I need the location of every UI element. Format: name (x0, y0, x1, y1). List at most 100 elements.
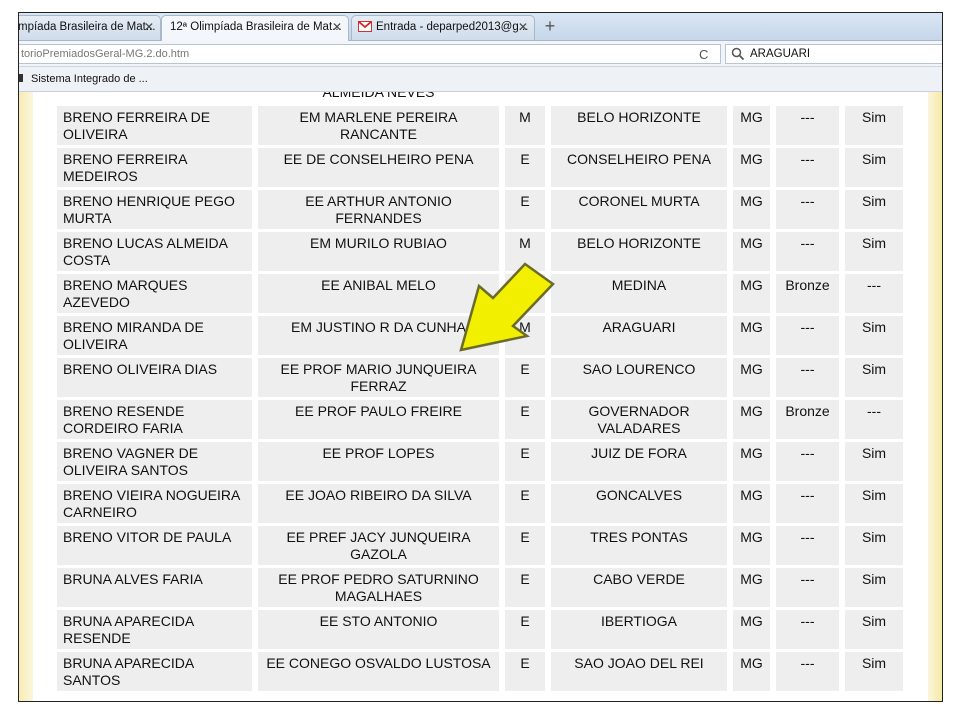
table-row: BRENO HENRIQUE PEGO MURTA EE ARTHUR ANTON… (57, 190, 903, 229)
cell-medal (776, 92, 839, 103)
tab-gmail[interactable]: Entrada - deparped2013@g... ✕ (351, 15, 535, 40)
tab-close-icon[interactable]: ✕ (518, 20, 528, 34)
cell-uf (733, 92, 770, 103)
table-row: BRENO FERREIRA DE OLIVEIRA EM MARLENE PER… (57, 106, 903, 145)
search-value: ARAGUARI (750, 48, 811, 60)
tab-olimpiada-1[interactable]: mpíada Brasileira de Mat... ✕ (18, 15, 161, 40)
cell-school: EE JOAO RIBEIRO DA SILVA (258, 484, 499, 523)
cell-medal: --- (776, 610, 839, 649)
cell-medal: --- (776, 316, 839, 355)
tab-strip: mpíada Brasileira de Mat... ✕ 12ª Olimpí… (19, 13, 942, 41)
cell-uf: MG (733, 274, 770, 313)
cell-school: EE PREF JACY JUNQUEIRA GAZOLA (258, 526, 499, 565)
cell-name: BRUNA APARECIDA SANTOS (57, 652, 252, 691)
cell-city: ARAGUARI (551, 316, 727, 355)
tab-close-icon[interactable]: ✕ (144, 20, 154, 34)
cell-city (551, 92, 727, 103)
cell-honor (845, 92, 903, 103)
cell-medal: --- (776, 232, 839, 271)
tab-label: 12ª Olimpíada Brasileira de Mat... (170, 21, 342, 33)
cell-uf: MG (733, 526, 770, 565)
cell-type: E (505, 190, 545, 229)
cell-medal: --- (776, 568, 839, 607)
cell-honor: Sim (845, 568, 903, 607)
cell-uf: MG (733, 316, 770, 355)
cell-school: EE CONEGO OSVALDO LUSTOSA (258, 652, 499, 691)
cell-uf: MG (733, 568, 770, 607)
page-background-right (928, 92, 942, 701)
table-row: BRENO VITOR DE PAULA EE PREF JACY JUNQUEI… (57, 526, 903, 565)
tab-olimpiada-2[interactable]: 12ª Olimpíada Brasileira de Mat... ✕ (161, 15, 349, 41)
tab-close-icon[interactable]: ✕ (332, 20, 342, 34)
search-input[interactable]: ARAGUARI (725, 44, 942, 64)
cell-name: BRENO FERREIRA MEDEIROS (57, 148, 252, 187)
cell-name: BRENO VAGNER DE OLIVEIRA SANTOS (57, 442, 252, 481)
page-background-left (19, 92, 33, 701)
cell-honor: Sim (845, 316, 903, 355)
cell-honor: Sim (845, 484, 903, 523)
cell-city: GONCALVES (551, 484, 727, 523)
cell-name: BRENO HENRIQUE PEGO MURTA (57, 190, 252, 229)
search-icon (731, 47, 745, 61)
bookmarks-bar: Sistema Integrado de ... (19, 67, 942, 92)
cell-honor: Sim (845, 610, 903, 649)
cell-school: EE ARTHUR ANTONIO FERNANDES (258, 190, 499, 229)
cell-school: EE PROF PAULO FREIRE (258, 400, 499, 439)
cell-type: E (505, 400, 545, 439)
cell-name: BRENO OLIVEIRA DIAS (57, 358, 252, 397)
table-row: BRENO VAGNER DE OLIVEIRA SANTOS EE PROF L… (57, 442, 903, 481)
reload-icon[interactable]: C (699, 47, 708, 62)
gmail-icon (358, 21, 372, 32)
cell-medal: --- (776, 652, 839, 691)
cell-city: CORONEL MURTA (551, 190, 727, 229)
tab-label: mpíada Brasileira de Mat... (18, 21, 156, 33)
cell-medal: --- (776, 190, 839, 229)
cell-school: EE DE CONSELHEIRO PENA (258, 148, 499, 187)
cell-type: E (505, 484, 545, 523)
cell-city: SAO JOAO DEL REI (551, 652, 727, 691)
cell-honor: Sim (845, 442, 903, 481)
cell-uf: MG (733, 400, 770, 439)
cell-medal: Bronze (776, 274, 839, 313)
cell-name: BRENO RESENDE CORDEIRO FARIA (57, 400, 252, 439)
url-bar[interactable]: torioPremiadosGeral-MG.2.do.htm C (19, 44, 721, 64)
cell-school: EE PROF MARIO JUNQUEIRA FERRAZ (258, 358, 499, 397)
cell-name: BRENO VITOR DE PAULA (57, 526, 252, 565)
cell-city: TRES PONTAS (551, 526, 727, 565)
table-row: BRENO OLIVEIRA DIAS EE PROF MARIO JUNQUEI… (57, 358, 903, 397)
new-tab-button[interactable]: + (539, 16, 561, 37)
page-content: ALMEIDA NEVES BRENO FERREIRA DE OLIVEIRA… (19, 92, 942, 701)
cell-type: E (505, 610, 545, 649)
cell-name: BRENO LUCAS ALMEIDA COSTA (57, 232, 252, 271)
table-row: BRUNA APARECIDA SANTOS EE CONEGO OSVALDO … (57, 652, 903, 691)
cell-name: BRENO MARQUES AZEVEDO (57, 274, 252, 313)
cell-city: IBERTIOGA (551, 610, 727, 649)
cell-type: E (505, 526, 545, 565)
cell-honor: Sim (845, 190, 903, 229)
cell-uf: MG (733, 610, 770, 649)
cell-school: EE PROF PEDRO SATURNINO MAGALHAES (258, 568, 499, 607)
cell-medal: --- (776, 358, 839, 397)
cell-uf: MG (733, 148, 770, 187)
cell-name (57, 92, 252, 103)
cell-honor: Sim (845, 652, 903, 691)
cell-name: BRUNA ALVES FARIA (57, 568, 252, 607)
bookmark-sistema-integrado[interactable]: Sistema Integrado de ... (31, 73, 148, 85)
cell-school: ALMEIDA NEVES (258, 92, 499, 103)
cell-honor: --- (845, 400, 903, 439)
cell-honor: Sim (845, 358, 903, 397)
cell-uf: MG (733, 442, 770, 481)
tab-label: Entrada - deparped2013@g... (376, 21, 529, 33)
cell-city: MEDINA (551, 274, 727, 313)
table-row: BRENO RESENDE CORDEIRO FARIA EE PROF PAUL… (57, 400, 903, 439)
cell-type (505, 92, 545, 103)
cell-uf: MG (733, 106, 770, 145)
cell-type: E (505, 568, 545, 607)
navigation-bar: torioPremiadosGeral-MG.2.do.htm C ARAGUA… (19, 41, 942, 67)
cell-type: E (505, 358, 545, 397)
table-row: BRUNA APARECIDA RESENDE EE STO ANTONIO E IB… (57, 610, 903, 649)
cell-school: EM MARLENE PEREIRA RANCANTE (258, 106, 499, 145)
cell-name: BRENO FERREIRA DE OLIVEIRA (57, 106, 252, 145)
cell-uf: MG (733, 232, 770, 271)
cell-uf: MG (733, 652, 770, 691)
